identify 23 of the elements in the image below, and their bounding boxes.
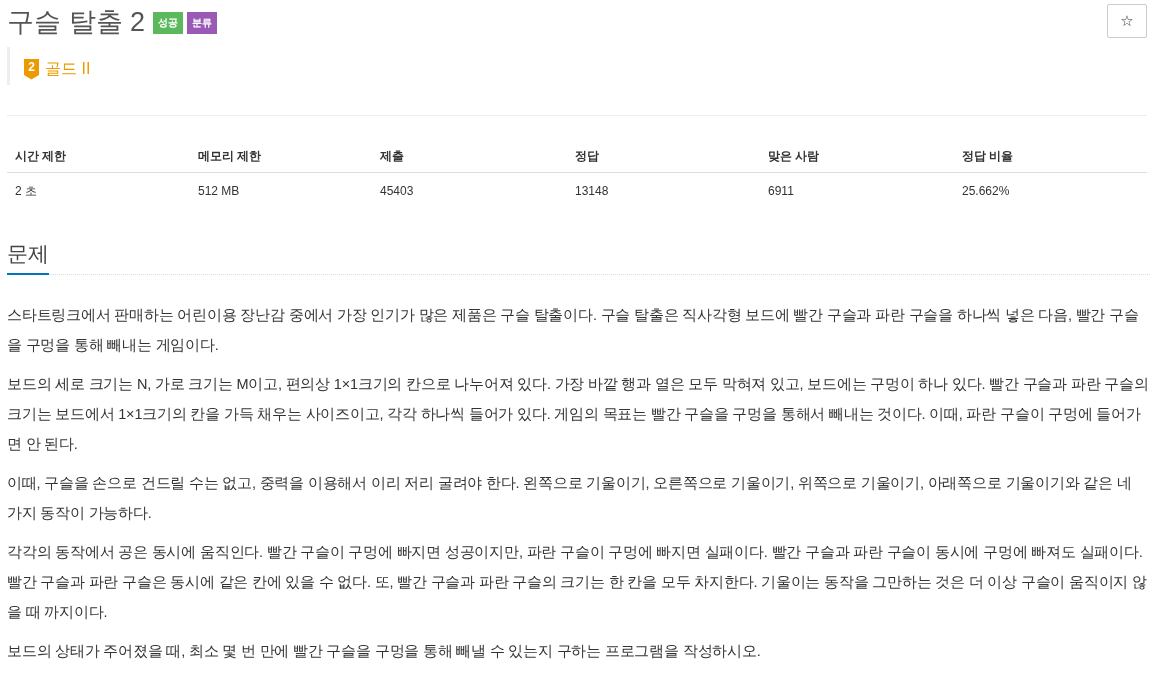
- section-heading: 문제: [7, 239, 49, 275]
- problem-paragraph: 스타트링크에서 판매하는 어린이용 장난감 중에서 가장 인기가 많은 제품은 구슬 탈출이다. 구슬 탈출은 직사각형 보드에 빨간 구슬과 파란 구슬을 하나씩 넣은 다음, 빨간 구슬을 구멍을 통해 빼내는 게임이다.: [7, 306, 1140, 355]
- table-header-cell: 메모리 제한: [190, 140, 372, 173]
- status-label: 성공: [153, 12, 184, 34]
- problem-paragraph: 보드의 상태가 주어졌을 때, 최소 몇 번 만에 빨간 구슬을 구멍을 통해 빼낼 수 있는지 구하는 프로그램을 작성하시오.: [7, 642, 762, 661]
- table-cell: 45403: [372, 172, 567, 209]
- table-header-cell: 정답: [567, 140, 760, 173]
- problem-paragraph: 이때, 구슬을 손으로 건드릴 수는 없고, 중력을 이용해서 이리 저리 굴려야 한다. 왼쪽으로 기울이기, 오른쪽으로 기울이기, 위쪽으로 기울이기, 아래쪽으로 기울이기와 같은 네 가지 동작이 가능하다.: [7, 474, 1133, 523]
- problem-title: 구슬 탈출 2: [7, 6, 146, 38]
- table-cell: 512 MB: [190, 172, 372, 209]
- table-header-cell: 시간 제한: [7, 140, 190, 173]
- tier-badge: 2: [24, 58, 39, 80]
- table-cell: 13148: [567, 172, 760, 209]
- table-cell: 25.662%: [954, 172, 1147, 209]
- status-label: 분류: [187, 12, 218, 34]
- problem-paragraph: 각각의 동작에서 공은 동시에 움직인다. 빨간 구슬이 구멍에 빠지면 성공이지만, 파란 구슬이 구멍에 빠지면 실패이다. 빨간 구슬과 파란 구슬이 동시에 구멍에 빠져도 실패이다. 빨간 구슬과 파란 구슬은 동시에 같은 칸에 있을 수 없다. 또, 빨간 구슬과 파란 구슬의 크기는 한 칸을 모두 차지한다. 기울이는 동작을 그만하는 것은 더 이상 구슬이 움직이지 않을 때 까지이다.: [7, 543, 1148, 622]
- table-cell: 6911: [760, 172, 954, 209]
- table-header-cell: 정답 비율: [954, 140, 1147, 173]
- favorite-star-button[interactable]: ☆: [1107, 4, 1147, 38]
- problem-paragraph: 보드의 세로 크기는 N, 가로 크기는 M이고, 편의상 1×1크기의 칸으로 나누어져 있다. 가장 바깥 행과 열은 모두 막혀져 있고, 보드에는 구멍이 하나 있다. 빨간 구슬과 파란 구슬의 크기는 보드에서 1×1크기의 칸을 가득 채우는 사이즈이고, 각각 하나씩 들어가 있다. 게임의 목표는 빨간 구슬을 구멍을 통해서 빼내는 것이다. 이때, 파란 구슬이 구멍에 들어가면 안 된다.: [7, 375, 1150, 454]
- table-cell: 2 초: [7, 172, 190, 209]
- table-header-cell: 제출: [372, 140, 567, 173]
- table-header-cell: 맞은 사람: [760, 140, 954, 173]
